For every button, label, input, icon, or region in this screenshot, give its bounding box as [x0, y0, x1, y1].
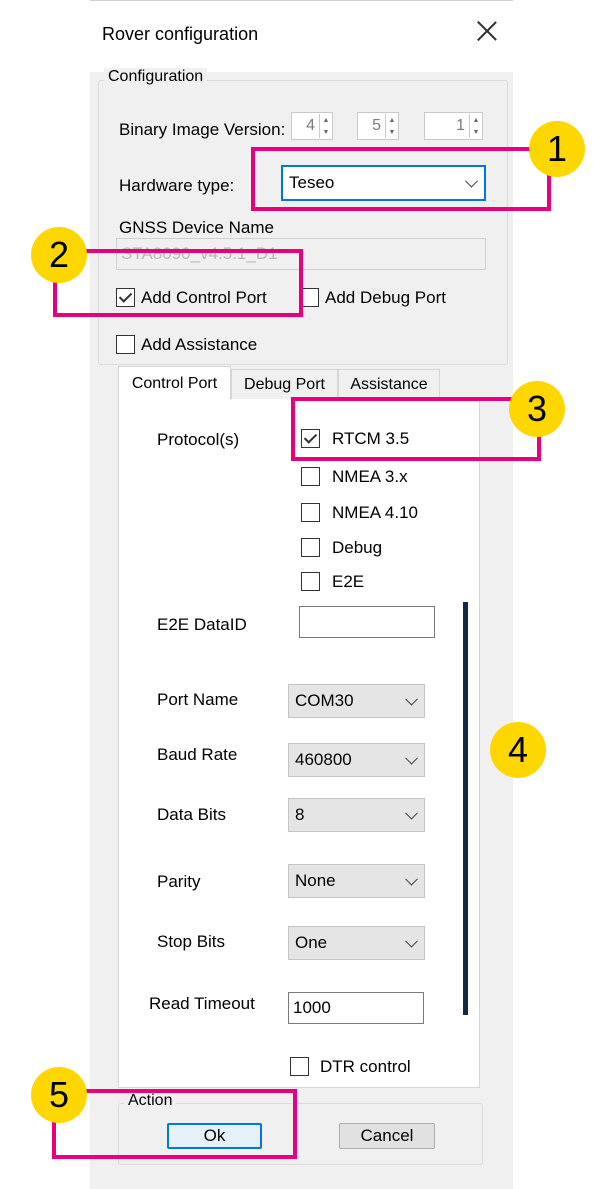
configuration-legend: Configuration [104, 68, 208, 86]
baud-rate-select[interactable]: 460800 [288, 743, 425, 777]
data-bits-label: Data Bits [157, 805, 226, 824]
dtr-control-label: DTR control [320, 1057, 411, 1076]
protocols-label: Protocol(s) [157, 430, 240, 449]
protocol-debug-label: Debug [332, 538, 383, 557]
data-bits-select[interactable]: 8 [288, 798, 425, 832]
tab-debug-port[interactable]: Debug Port [231, 369, 338, 399]
callout-2-highlight [53, 249, 303, 317]
tab-assistance[interactable]: Assistance [338, 369, 440, 399]
parity-select[interactable]: None [288, 864, 425, 898]
callout-4-badge: 4 [490, 722, 546, 778]
spinner-arrows-icon[interactable]: ▲ ▼ [469, 114, 482, 138]
e2e-dataid-label: E2E DataID [157, 615, 247, 634]
callout-1-badge: 1 [529, 121, 585, 177]
protocol-nmea410-label: NMEA 4.10 [332, 503, 418, 522]
add-assistance-label: Add Assistance [141, 335, 258, 354]
callout-5-highlight [52, 1089, 297, 1159]
e2e-dataid-input[interactable] [299, 606, 435, 638]
port-name-label: Port Name [157, 690, 239, 709]
tab-control-port[interactable]: Control Port [118, 366, 231, 400]
chevron-down-icon [405, 692, 418, 706]
chevron-down-icon [405, 751, 418, 765]
callout-5-badge: 5 [31, 1067, 87, 1123]
callout-1-highlight [251, 147, 551, 211]
chevron-down-icon [405, 872, 418, 886]
port-name-select[interactable]: COM30 [288, 684, 425, 718]
dtr-control-checkbox[interactable] [290, 1057, 309, 1076]
version-major-spinner[interactable]: 4 ▲ ▼ [291, 112, 333, 140]
add-assistance-checkbox[interactable] [116, 335, 135, 354]
binary-image-version-label: Binary Image Version: [119, 120, 286, 139]
read-timeout-input[interactable]: 1000 [288, 992, 424, 1024]
protocol-e2e-label: E2E [332, 572, 365, 591]
close-icon[interactable] [476, 20, 498, 42]
version-patch-spinner[interactable]: 1 ▲ ▼ [424, 112, 483, 140]
callout-4-bracket [463, 602, 468, 1015]
protocol-e2e-checkbox[interactable] [301, 572, 320, 591]
read-timeout-label: Read Timeout [149, 994, 255, 1013]
stop-bits-select[interactable]: One [288, 926, 425, 960]
protocol-nmea410-checkbox[interactable] [301, 503, 320, 522]
protocol-nmea3-checkbox[interactable] [301, 467, 320, 486]
window-title: Rover configuration [102, 24, 259, 44]
version-minor-spinner[interactable]: 5 ▲ ▼ [357, 112, 399, 140]
spinner-arrows-icon[interactable]: ▲ ▼ [319, 114, 332, 138]
hardware-type-label: Hardware type: [119, 176, 235, 195]
cancel-button[interactable]: Cancel [339, 1123, 435, 1149]
add-debug-port-label: Add Debug Port [325, 288, 446, 307]
callout-3-highlight [291, 397, 541, 461]
chevron-down-icon [405, 806, 418, 820]
spinner-arrows-icon[interactable]: ▲ ▼ [385, 114, 398, 138]
baud-rate-label: Baud Rate [157, 745, 238, 764]
chevron-down-icon [405, 934, 418, 948]
stop-bits-label: Stop Bits [157, 932, 226, 951]
protocol-nmea3-label: NMEA 3.x [332, 467, 408, 486]
parity-label: Parity [157, 872, 201, 891]
protocol-debug-checkbox[interactable] [301, 538, 320, 557]
gnss-device-name-label: GNSS Device Name [119, 218, 274, 237]
callout-3-badge: 3 [509, 381, 565, 437]
callout-2-badge: 2 [31, 227, 87, 283]
